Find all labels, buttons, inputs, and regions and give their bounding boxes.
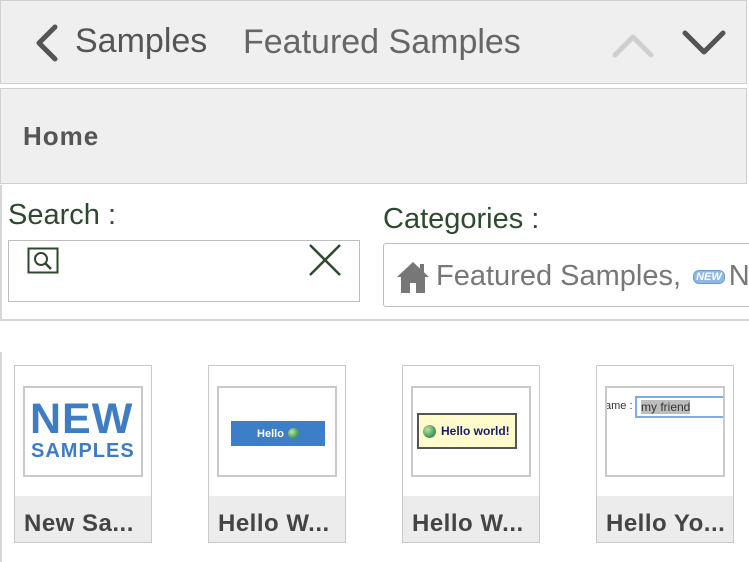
thumb-hello-text: Hello	[257, 427, 284, 440]
globe-icon	[287, 428, 299, 439]
breadcrumb-home[interactable]: Home	[23, 121, 99, 152]
sample-thumbnail: Hello	[217, 386, 337, 477]
top-nav-bar: Samples Featured Samples	[0, 0, 747, 84]
tile-caption: Hello W...	[403, 496, 539, 542]
sample-thumbnail: Hello world!	[411, 386, 531, 477]
categories-value: Featured Samples, NEWN...	[436, 260, 749, 293]
thumb-samples-text: SAMPLES	[31, 440, 135, 462]
page-title: Featured Samples	[243, 23, 521, 61]
sample-tile[interactable]: NEW SAMPLES New Sa...	[14, 365, 152, 543]
tile-caption-text: New Sa...	[24, 510, 134, 537]
thumb-name-label: ame :	[605, 400, 633, 412]
tile-caption-text: Hello W...	[412, 510, 524, 537]
samples-grid: NEW SAMPLES New Sa... Hello Hello W... H…	[0, 352, 749, 562]
tile-caption: Hello Yo...	[597, 496, 733, 542]
thumb-new-text: NEW	[30, 395, 134, 443]
sample-thumbnail: ame : my friend	[605, 386, 725, 477]
categories-more: N...	[728, 260, 749, 292]
chevron-down-icon[interactable]	[681, 23, 727, 63]
thumb-hello-button: Hello	[231, 421, 325, 446]
sample-tile[interactable]: ame : my friend Hello Yo...	[596, 365, 734, 543]
thumb-name-value: my friend	[641, 400, 691, 414]
home-icon	[397, 262, 429, 293]
tile-caption: New Sa...	[15, 496, 151, 542]
search-icon	[27, 247, 59, 274]
sample-thumbnail: NEW SAMPLES	[23, 386, 143, 477]
sample-tile[interactable]: Hello world! Hello W...	[402, 365, 540, 543]
back-label[interactable]: Samples	[75, 22, 207, 61]
chevron-up-icon[interactable]	[611, 25, 655, 65]
sample-tile[interactable]: Hello Hello W...	[208, 365, 346, 543]
search-caption: Search :	[8, 199, 116, 231]
chevron-left-icon	[36, 24, 58, 62]
tile-caption-text: Hello W...	[218, 510, 330, 537]
filter-panel: Search : Categories : Featured Samples, …	[0, 185, 749, 321]
categories-value-text: Featured Samples,	[436, 260, 682, 292]
globe-icon	[423, 424, 436, 438]
close-icon[interactable]	[307, 242, 343, 278]
categories-select[interactable]: Featured Samples, NEWN...	[383, 243, 749, 307]
new-badge: NEW	[693, 270, 725, 285]
back-button[interactable]	[29, 19, 63, 67]
categories-caption: Categories :	[383, 203, 540, 235]
search-input[interactable]	[8, 240, 360, 302]
thumb-hello-world-box: Hello world!	[417, 413, 517, 449]
tile-caption-text: Hello Yo...	[606, 510, 726, 537]
breadcrumb: Home	[0, 88, 747, 184]
thumb-hello-world-text: Hello world!	[441, 424, 510, 438]
thumb-name-input: my friend	[635, 396, 723, 418]
tile-caption: Hello W...	[209, 496, 345, 542]
